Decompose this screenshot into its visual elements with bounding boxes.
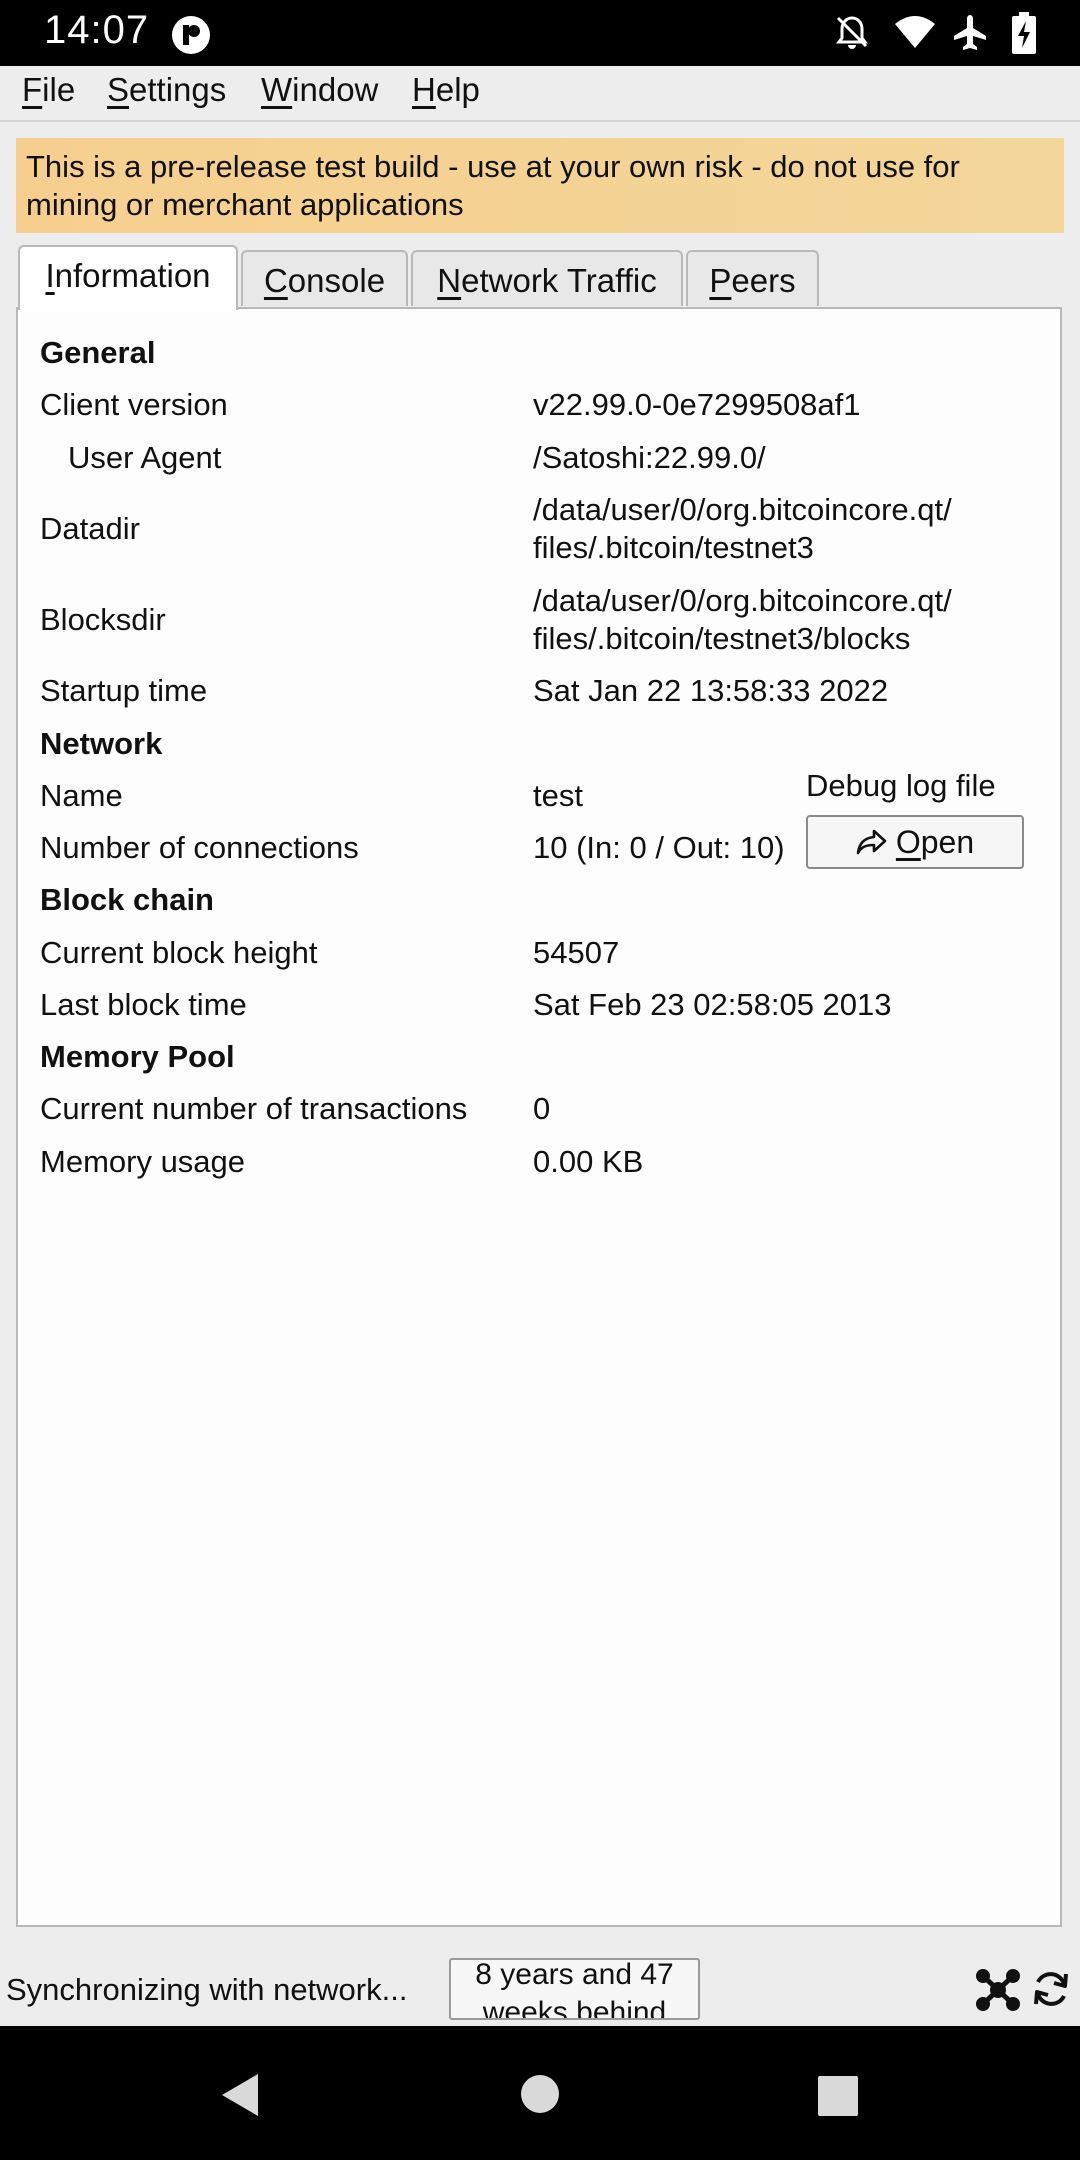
open-debug-log-button[interactable]: Open [806,815,1024,869]
connections-label: Number of connections [40,830,359,865]
back-icon[interactable] [218,2072,262,2118]
section-network: Network [40,726,163,761]
share-arrow-icon [856,829,887,855]
menu-window[interactable]: Window [261,71,378,109]
menu-settings[interactable]: Settings [107,71,226,109]
information-panel: General Client version v22.99.0-0e729950… [16,307,1062,1927]
airplane-icon [954,15,986,50]
debug-log-label: Debug log file [806,768,996,803]
sync-progress-indicator: 8 years and 47 weeks behind [449,1958,700,2020]
sync-progress-text-line1: 8 years and 47 [475,1958,674,1991]
blocksdir-label: Blocksdir [40,602,166,637]
datadir-label: Datadir [40,511,140,546]
client-version-value: v22.99.0-0e7299508af1 [533,387,861,422]
datadir-value-line2: files/.bitcoin/testnet3 [533,530,814,565]
section-memory-pool: Memory Pool [40,1039,235,1074]
section-block-chain: Block chain [40,882,214,917]
transactions-value: 0 [533,1091,551,1126]
transactions-label: Current number of transactions [40,1091,468,1126]
prerelease-warning: This is a pre-release test build - use a… [16,138,1064,233]
menu-file[interactable]: File [22,71,75,109]
block-height-label: Current block height [40,935,318,970]
sync-status-label: Synchronizing with network... [6,1972,408,2007]
tab-peers[interactable]: Peers [686,250,819,306]
menu-bar: File Settings Window Help [0,66,1080,122]
blocksdir-value-line2: files/.bitcoin/testnet3/blocks [533,621,911,656]
tab-network-traffic[interactable]: Network Traffic [411,250,683,306]
sync-progress-text-line2: weeks behind [482,1996,667,2020]
network-activity-icon[interactable] [974,1968,1022,2012]
tab-console[interactable]: Console [241,250,408,306]
memory-usage-label: Memory usage [40,1144,246,1179]
home-icon[interactable] [520,2074,560,2114]
status-bar: 14:07 [0,0,1080,66]
datadir-value-line1: /data/user/0/org.bitcoincore.qt/ [533,492,952,527]
app-notification-icon [172,16,210,54]
sync-icon[interactable] [1030,1968,1072,2010]
client-version-label: Client version [40,387,228,422]
clock: 14:07 [44,8,150,52]
battery-charging-icon [1012,12,1036,54]
startup-time-label: Startup time [40,673,208,708]
user-agent-label: User Agent [68,440,222,475]
user-agent-value: /Satoshi:22.99.0/ [533,440,766,475]
tab-information[interactable]: Information [18,245,238,310]
wifi-icon [895,16,935,48]
network-name-label: Name [40,778,123,813]
bell-off-icon [836,16,868,49]
block-height-value: 54507 [533,935,620,970]
menu-help[interactable]: Help [412,71,480,109]
open-button-label: Open [895,823,975,860]
startup-time-value: Sat Jan 22 13:58:33 2022 [533,673,889,708]
navigation-bar [0,2026,1080,2160]
recents-icon[interactable] [818,2076,858,2116]
blocksdir-value-line1: /data/user/0/org.bitcoincore.qt/ [533,583,952,618]
section-general: General [40,335,156,370]
last-block-time-label: Last block time [40,987,247,1022]
last-block-time-value: Sat Feb 23 02:58:05 2013 [533,987,892,1022]
memory-usage-value: 0.00 KB [533,1144,644,1179]
